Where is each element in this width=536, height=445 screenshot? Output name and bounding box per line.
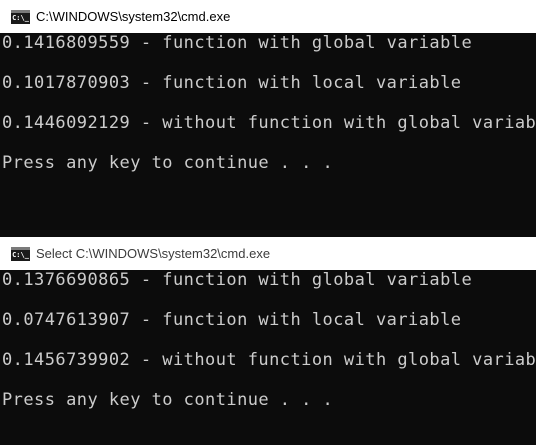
console-output[interactable]: 0.1416809559 - function with global vari…	[0, 33, 536, 193]
console-line: 0.1416809559 - function with global vari…	[2, 33, 473, 53]
cmd-icon: C:\_	[11, 246, 30, 261]
console-output[interactable]: 0.1376690865 - function with global vari…	[0, 270, 536, 430]
console-line: Press any key to continue . . .	[2, 153, 334, 173]
window-title: C:\WINDOWS\system32\cmd.exe	[36, 9, 231, 24]
console-line: Press any key to continue . . .	[2, 390, 334, 410]
console-line: 0.1017870903 - function with local varia…	[2, 73, 462, 93]
cmd-window-2[interactable]: C:\_ Select C:\WINDOWS\system32\cmd.exe …	[0, 237, 536, 445]
console-line: 0.0747613907 - function with local varia…	[2, 310, 462, 330]
cmd-icon: C:\_	[11, 9, 30, 24]
console-line: 0.1376690865 - function with global vari…	[2, 270, 473, 290]
window-titlebar[interactable]: C:\_ C:\WINDOWS\system32\cmd.exe	[0, 0, 536, 33]
cmd-window-1[interactable]: C:\_ C:\WINDOWS\system32\cmd.exe 0.14168…	[0, 0, 536, 237]
window-title: Select C:\WINDOWS\system32\cmd.exe	[36, 246, 271, 261]
console-line: 0.1456739902 - without function with glo…	[2, 350, 536, 370]
console-line: 0.1446092129 - without function with glo…	[2, 113, 536, 133]
window-titlebar[interactable]: C:\_ Select C:\WINDOWS\system32\cmd.exe	[0, 237, 536, 270]
